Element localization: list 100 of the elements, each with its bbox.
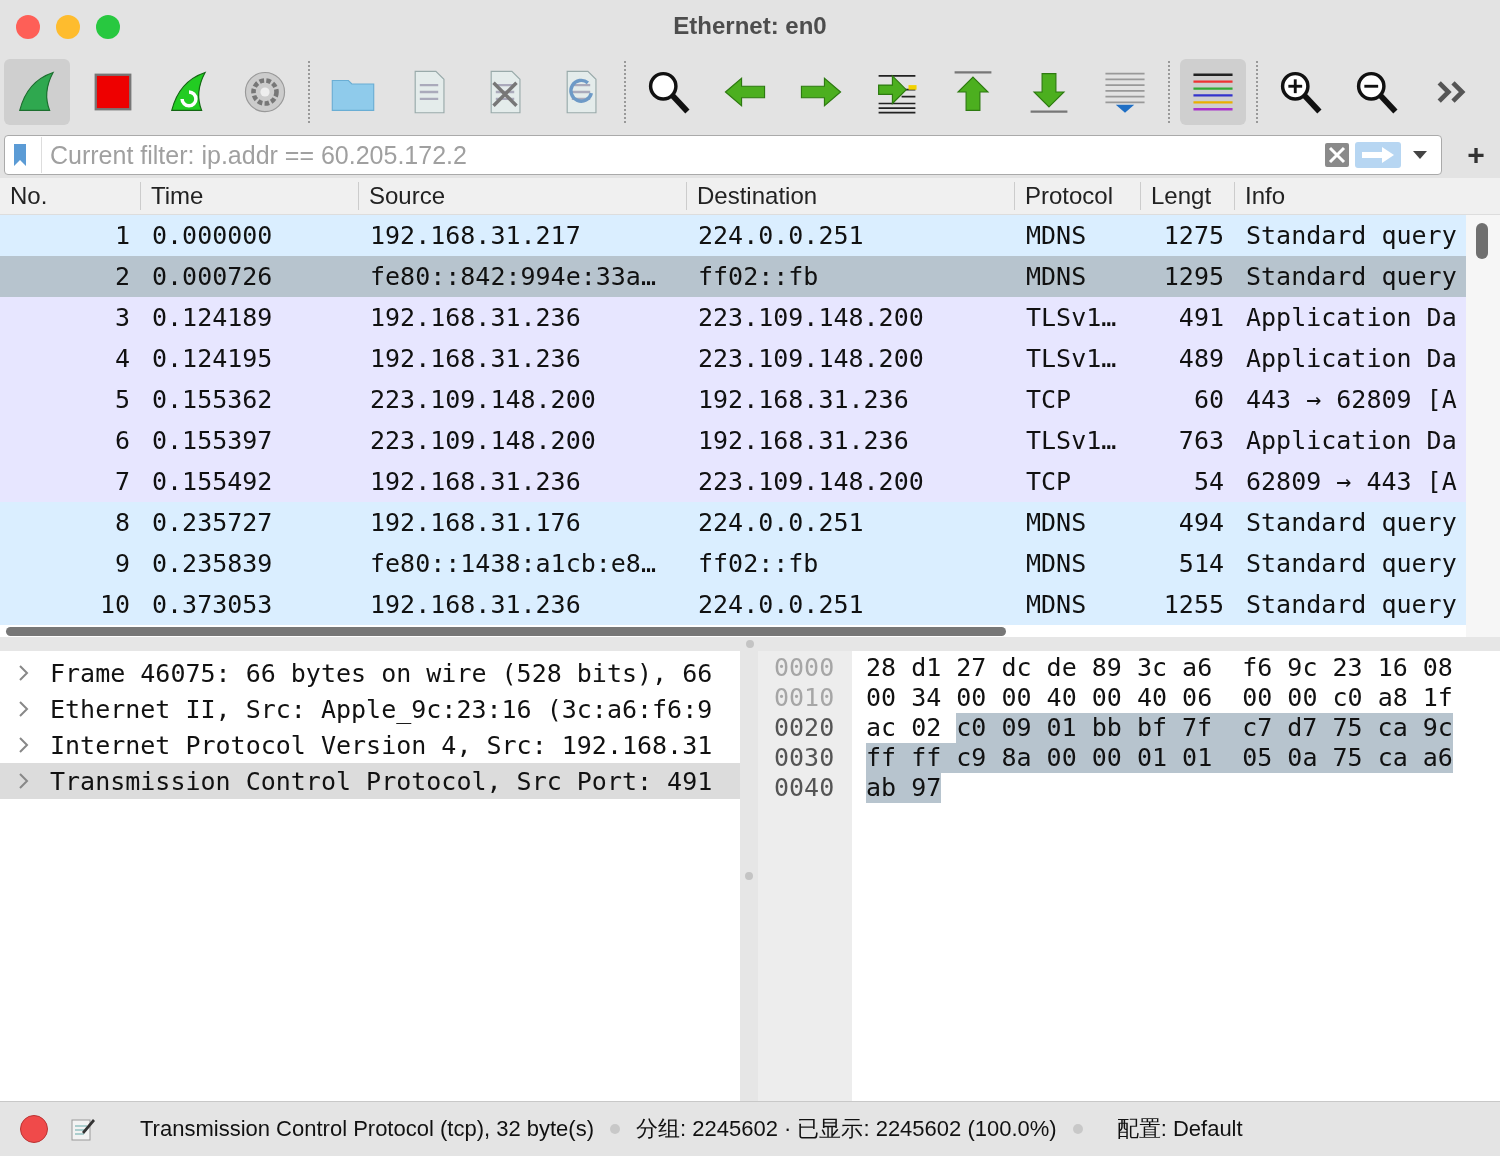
column-header[interactable]: Info: [1234, 182, 1466, 210]
table-cell-text: 8: [113, 508, 131, 537]
column-header[interactable]: Source: [358, 182, 686, 210]
column-header[interactable]: Time: [140, 182, 358, 210]
packet-row[interactable]: 7 0.155492 192.168.31.236 223.109.148.200 TCP 54 62809 → 443 [A: [0, 461, 1466, 502]
start-capture-button[interactable]: [4, 59, 70, 125]
hex-bytes: c7 d7 75 ca 9c: [1212, 713, 1453, 743]
table-cell-text: TLSv1…: [1025, 426, 1118, 455]
status-indicator-icon[interactable]: [20, 1115, 48, 1143]
hex-bytes: ff ff c9 8a 00 00 01 01: [866, 743, 1213, 773]
table-cell-text: 1295: [1162, 262, 1225, 291]
column-header[interactable]: Lengt: [1140, 182, 1234, 210]
table-cell-text: 192.168.31.176: [369, 508, 582, 537]
table-cell-text: 489: [1177, 344, 1225, 373]
table-cell-text: 54: [1192, 467, 1225, 496]
table-cell-text: 5: [113, 385, 131, 414]
bookmark-icon: [13, 143, 27, 167]
offset-label: 0030: [773, 743, 836, 773]
hex-bytes: 28 d1 27 dc de 89 3c a6: [866, 653, 1213, 683]
table-cell-text: ff02::fb: [697, 549, 820, 578]
hex-bytes: 05 0a 75 ca a6: [1212, 743, 1453, 773]
table-cell-text: 192.168.31.217: [369, 221, 582, 250]
scrollbar-thumb[interactable]: [6, 627, 1006, 636]
tree-item[interactable]: Transmission Control Protocol, Src Port: 491: [0, 763, 740, 799]
packet-row[interactable]: 6 0.155397 223.109.148.200 192.168.31.236 TLSv1… 763 Application Da: [0, 420, 1466, 461]
table-cell-text: TCP: [1025, 467, 1073, 496]
table-cell-text: Standard query: [1245, 590, 1458, 619]
caret-icon: [1413, 151, 1427, 159]
table-cell-text: 4: [113, 344, 131, 373]
tree-item[interactable]: Ethernet II, Src: Apple_9c:23:16 (3c:a6:f6:9: [0, 691, 740, 727]
table-cell-text: 514: [1177, 549, 1225, 578]
table-cell-text: 763: [1177, 426, 1225, 455]
table-cell-text: 224.0.0.251: [697, 508, 865, 537]
filter-bar[interactable]: Current filter: ip.addr == 60.205.172.2: [4, 135, 1442, 175]
table-cell-text: TLSv1…: [1025, 344, 1118, 373]
table-cell-text: fe80::842:994e:33a…: [369, 262, 657, 291]
zoom-window-button[interactable]: [96, 15, 120, 39]
hex-bytes: ab 97: [866, 773, 942, 803]
scrollbar-thumb[interactable]: [1476, 223, 1488, 259]
table-cell-text: TLSv1…: [1025, 303, 1118, 332]
offset-label: 0020: [773, 713, 836, 743]
splitter-handle[interactable]: [745, 872, 753, 880]
packet-row[interactable]: 1 0.000000 192.168.31.217 224.0.0.251 MDNS 1275 Standard query: [0, 215, 1466, 256]
table-cell-text: Standard query: [1245, 549, 1458, 578]
clear-button[interactable]: [1325, 143, 1349, 167]
packet-row[interactable]: 5 0.155362 223.109.148.200 192.168.31.236 TCP 60 443 → 62809 [A: [0, 379, 1466, 420]
profile-label[interactable]: 配置: Default: [1116, 1114, 1243, 1144]
separator-dot-icon: [610, 1124, 620, 1134]
column-header[interactable]: Destination: [686, 182, 1014, 210]
table-cell-text: 2: [113, 262, 131, 291]
packet-row[interactable]: 8 0.235727 192.168.31.176 224.0.0.251 MDNS 494 Standard query: [0, 502, 1466, 543]
packet-count: 分组: 2245602 · 已显示: 2245602 (100.0%): [636, 1115, 1057, 1143]
table-cell-text: Standard query: [1245, 221, 1458, 250]
packet-row[interactable]: 2 0.000726 fe80::842:994e:33a… ff02::fb MDNS 1295 Standard query: [0, 256, 1466, 297]
table-cell-text: 9: [113, 549, 131, 578]
table-cell-text: 223.109.148.200: [369, 385, 597, 414]
column-header[interactable]: No.: [0, 182, 140, 210]
table-cell-text: MDNS: [1025, 221, 1088, 250]
add-filter-button[interactable]: +: [1456, 138, 1496, 172]
colorize-button[interactable]: [1180, 59, 1246, 125]
tree-item[interactable]: Frame 46075: 66 bytes on wire (528 bits), 66: [0, 655, 740, 691]
table-cell-text: MDNS: [1025, 508, 1088, 537]
table-cell-text: 0.000000: [151, 221, 274, 250]
search-icon: [646, 69, 692, 115]
table-cell-text: TCP: [1025, 385, 1073, 414]
table-cell-text: 0.124189: [151, 303, 274, 332]
table-cell-text: 0.235839: [151, 549, 274, 578]
table-cell-text: 1255: [1162, 590, 1225, 619]
table-cell-text: 192.168.31.236: [369, 344, 582, 373]
column-header[interactable]: Protocol: [1014, 182, 1140, 210]
hex-bytes: 00 00 c0 a8 1f: [1242, 683, 1453, 713]
table-cell-text: 3: [113, 303, 131, 332]
edit-note-icon[interactable]: [70, 1116, 96, 1142]
table-cell-text: 223.109.148.200: [697, 467, 925, 496]
table-cell-text: 223.109.148.200: [697, 344, 925, 373]
tree-item[interactable]: Internet Protocol Version 4, Src: 192.168.31: [0, 727, 740, 763]
table-cell-text: 0.124195: [151, 344, 274, 373]
table-cell-text: 223.109.148.200: [369, 426, 597, 455]
chevron-icon: [18, 772, 30, 790]
table-cell-text: 1: [113, 221, 131, 250]
table-cell-text: 6: [113, 426, 131, 455]
table-cell-text: 0.155492: [151, 467, 274, 496]
packet-row[interactable]: 10 0.373053 192.168.31.236 224.0.0.251 MDNS 1255 Standard query: [0, 584, 1466, 625]
table-cell-text: 224.0.0.251: [697, 590, 865, 619]
table-cell-text: 192.168.31.236: [369, 303, 582, 332]
settings-icon: [242, 69, 288, 115]
table-cell-text: 0.155362: [151, 385, 274, 414]
table-cell-text: 62809 → 443 [A: [1245, 467, 1458, 496]
offset-label: 0040: [773, 773, 836, 803]
packet-row[interactable]: 4 0.124195 192.168.31.236 223.109.148.200 TLSv1… 489 Application Da: [0, 338, 1466, 379]
hex-bytes: ac 02: [866, 713, 942, 743]
table-cell-text: Application Da: [1245, 344, 1458, 373]
status-message: Transmission Control Protocol (tcp), 32 byte(s): [140, 1116, 594, 1142]
table-cell-text: Application Da: [1245, 426, 1458, 455]
table-cell-text: MDNS: [1025, 262, 1088, 291]
packet-row[interactable]: 9 0.235839 fe80::1438:a1cb:e8… ff02::fb MDNS 514 Standard query: [0, 543, 1466, 584]
table-cell-text: Standard query: [1245, 508, 1458, 537]
close-window-button[interactable]: [16, 15, 40, 39]
splitter-handle[interactable]: [746, 640, 754, 648]
packet-row[interactable]: 3 0.124189 192.168.31.236 223.109.148.200 TLSv1… 491 Application Da: [0, 297, 1466, 338]
